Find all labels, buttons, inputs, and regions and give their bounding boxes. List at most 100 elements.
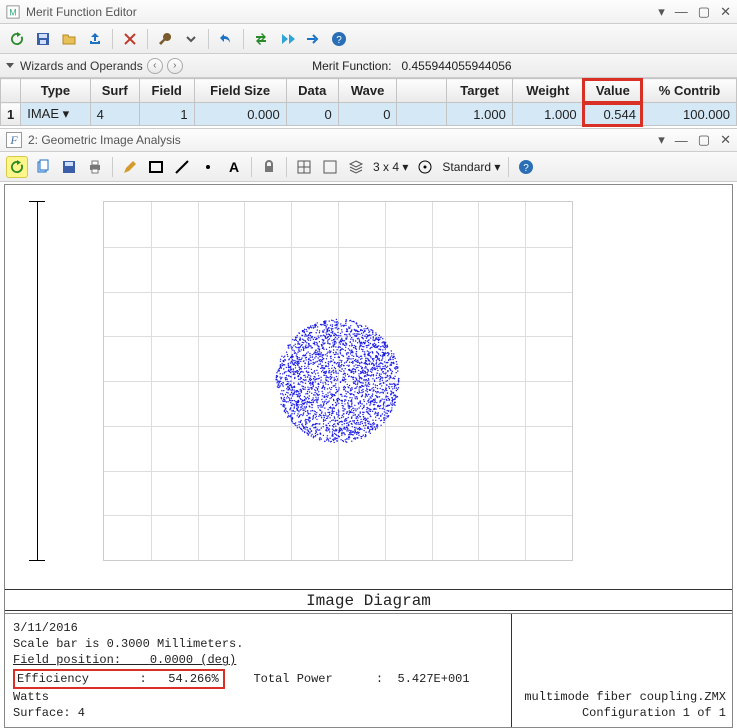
table-row[interactable]: 1 IMAE ▾ 4 1 0.000 0 0 1.000 1.000 0.544…: [1, 103, 737, 126]
gia-title: 2: Geometric Image Analysis: [28, 133, 181, 147]
nav-prev-icon[interactable]: ‹: [147, 58, 163, 74]
mfe-titlebar: M Merit Function Editor ▾ — ▢ ✕: [0, 0, 737, 24]
info-right: multimode fiber coupling.ZMX Configurati…: [512, 614, 732, 727]
delete-icon[interactable]: [119, 28, 141, 50]
cell-surf[interactable]: 4: [90, 103, 139, 126]
pencil-icon[interactable]: [119, 156, 141, 178]
svg-text:?: ?: [336, 35, 342, 46]
tpw-sep: :: [376, 672, 383, 686]
layers-icon[interactable]: [345, 156, 367, 178]
eff-label: Efficiency: [17, 672, 89, 686]
chevron-down-icon[interactable]: [180, 28, 202, 50]
text-icon[interactable]: A: [223, 156, 245, 178]
analysis-icon: F: [6, 132, 22, 148]
window-split-icon[interactable]: [293, 156, 315, 178]
swap-icon[interactable]: [250, 28, 272, 50]
cell-target[interactable]: 1.000: [447, 103, 512, 126]
tools-icon[interactable]: [154, 28, 176, 50]
scale-bar: [29, 201, 45, 561]
cell-field[interactable]: 1: [139, 103, 194, 126]
minimize-icon[interactable]: —: [675, 133, 688, 148]
col-value[interactable]: Value: [583, 79, 642, 103]
open-icon[interactable]: [58, 28, 80, 50]
line-icon[interactable]: [171, 156, 193, 178]
cell-weight[interactable]: 1.000: [512, 103, 583, 126]
app-icon: M: [6, 5, 20, 19]
target-icon[interactable]: [414, 156, 436, 178]
dropdown-icon[interactable]: ▾: [658, 4, 665, 20]
info-field-value: 0.0000 (deg): [150, 653, 236, 667]
info-config: Configuration 1 of 1: [518, 705, 726, 721]
info-field: Field position: 0.0000 (deg): [13, 652, 503, 668]
lock-icon[interactable]: [258, 156, 280, 178]
export-icon[interactable]: [84, 28, 106, 50]
col-field[interactable]: Field: [139, 79, 194, 103]
eff-sep: :: [139, 672, 146, 686]
close-icon[interactable]: ✕: [720, 4, 731, 20]
minimize-icon[interactable]: —: [675, 4, 688, 19]
cell-value[interactable]: 0.544: [583, 103, 642, 126]
mfe-table[interactable]: Type Surf Field Field Size Data Wave Tar…: [0, 78, 737, 126]
expand-icon[interactable]: [6, 63, 14, 68]
step-forward-icon[interactable]: [276, 28, 298, 50]
info-field-label: Field position:: [13, 653, 121, 667]
cell-rownum[interactable]: 1: [1, 103, 21, 126]
svg-text:M: M: [9, 7, 16, 17]
maximize-icon[interactable]: ▢: [698, 4, 710, 20]
col-surf[interactable]: Surf: [90, 79, 139, 103]
arrow-right-icon[interactable]: [302, 28, 324, 50]
cell-contrib[interactable]: 100.000: [642, 103, 736, 126]
cell-type[interactable]: IMAE ▾: [21, 103, 90, 126]
help-icon[interactable]: ?: [328, 28, 350, 50]
mfe-toolbar: ?: [0, 24, 737, 54]
wizards-label[interactable]: Wizards and Operands: [20, 59, 143, 73]
marker-icon[interactable]: [197, 156, 219, 178]
col-blank: [397, 79, 447, 103]
gia-titlebar: F 2: Geometric Image Analysis ▾ — ▢ ✕: [0, 128, 737, 152]
mf-label: Merit Function: 0.455944055944056: [312, 59, 602, 73]
close-icon[interactable]: ✕: [720, 132, 731, 148]
info-date: 3/11/2016: [13, 620, 503, 636]
col-wave[interactable]: Wave: [338, 79, 397, 103]
refresh-icon[interactable]: [6, 156, 28, 178]
mfe-title: Merit Function Editor: [26, 5, 137, 19]
col-type[interactable]: Type: [21, 79, 90, 103]
eff-value: 54.266%: [168, 672, 218, 686]
info-left: 3/11/2016 Scale bar is 0.3000 Millimeter…: [5, 614, 512, 727]
rect-icon[interactable]: [145, 156, 167, 178]
mfe-subbar: Wizards and Operands ‹ › Merit Function:…: [0, 54, 737, 78]
info-block: 3/11/2016 Scale bar is 0.3000 Millimeter…: [4, 614, 733, 728]
cell-data[interactable]: 0: [286, 103, 338, 126]
efficiency-highlight: Efficiency : 54.266%: [13, 669, 225, 689]
save-icon[interactable]: [32, 28, 54, 50]
col-fieldsize[interactable]: Field Size: [194, 79, 286, 103]
view-mode-dropdown[interactable]: Standard ▾: [440, 160, 502, 174]
undo-icon[interactable]: [215, 28, 237, 50]
mf-value: 0.455944055944056: [401, 59, 511, 73]
mf-label-text: Merit Function:: [312, 59, 391, 73]
info-surface: Surface: 4: [13, 705, 503, 721]
tpw-label: Total Power: [253, 672, 332, 686]
info-scale: Scale bar is 0.3000 Millimeters.: [13, 636, 503, 652]
col-weight[interactable]: Weight: [512, 79, 583, 103]
dropdown-icon[interactable]: ▾: [658, 132, 665, 148]
maximize-icon[interactable]: ▢: [698, 132, 710, 148]
cell-fieldsize[interactable]: 0.000: [194, 103, 286, 126]
plot-area[interactable]: Image Diagram: [4, 184, 733, 614]
cell-wave[interactable]: 0: [338, 103, 397, 126]
col-data[interactable]: Data: [286, 79, 338, 103]
grid-size-dropdown[interactable]: 3 x 4 ▾: [371, 160, 410, 174]
col-contrib[interactable]: % Contrib: [642, 79, 736, 103]
mfe-table-head: Type Surf Field Field Size Data Wave Tar…: [1, 79, 737, 103]
print-icon[interactable]: [84, 156, 106, 178]
svg-text:A: A: [229, 159, 239, 175]
plot-caption: Image Diagram: [5, 589, 732, 613]
help-icon[interactable]: ?: [515, 156, 537, 178]
window-maximize-icon[interactable]: [319, 156, 341, 178]
copy-icon[interactable]: [32, 156, 54, 178]
nav-next-icon[interactable]: ›: [167, 58, 183, 74]
col-target[interactable]: Target: [447, 79, 512, 103]
view-mode-label: Standard ▾: [442, 160, 500, 174]
save-icon[interactable]: [58, 156, 80, 178]
refresh-icon[interactable]: [6, 28, 28, 50]
